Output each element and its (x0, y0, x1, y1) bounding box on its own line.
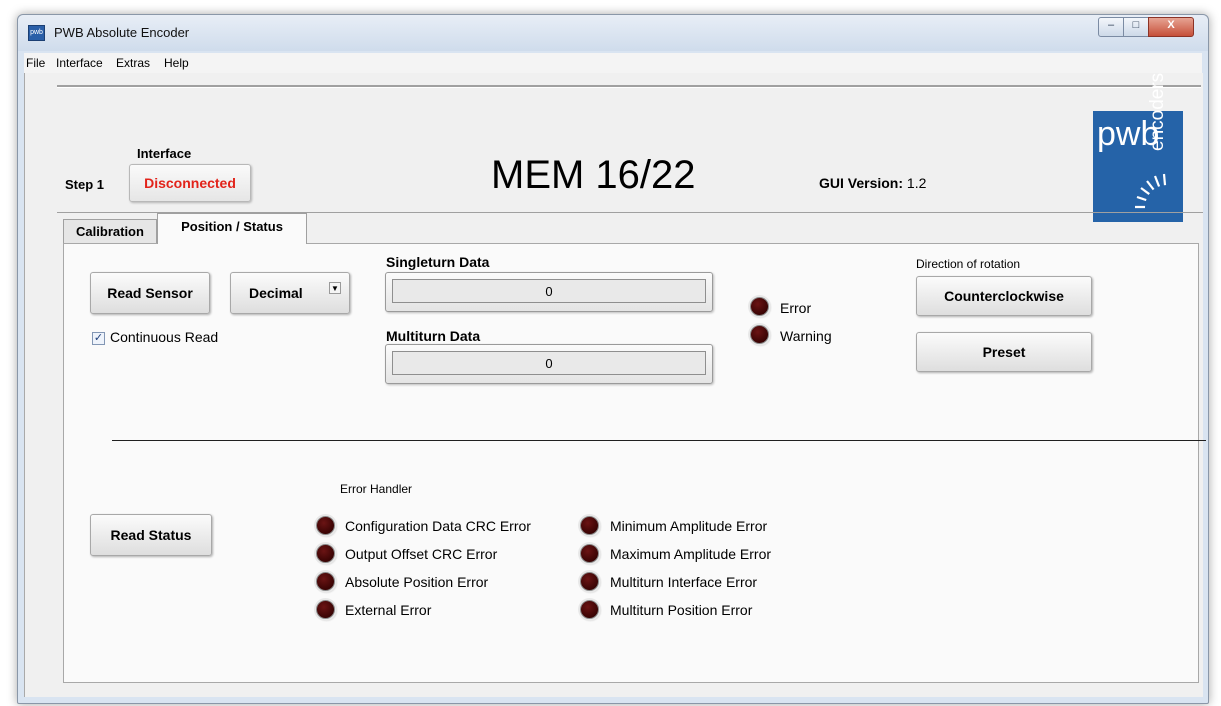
status-led (316, 516, 335, 535)
status-led (316, 600, 335, 619)
position-status-panel: Read Sensor Decimal ▼ ✓ Continuous Read … (63, 243, 1206, 683)
chevron-down-icon: ▼ (329, 282, 341, 294)
menu-extras[interactable]: Extras (116, 56, 150, 70)
warning-led (750, 325, 769, 344)
continuous-read-checkbox[interactable]: ✓ (92, 332, 105, 345)
step-label: Step 1 (65, 177, 105, 192)
gui-version-label: GUI Version: (819, 175, 904, 191)
error-led (750, 297, 769, 316)
header-divider (57, 85, 1201, 88)
error-led-label: Error (780, 300, 812, 316)
window-title: PWB Absolute Encoder (54, 25, 190, 40)
status-led (580, 516, 599, 535)
menu-help[interactable]: Help (164, 56, 189, 70)
status-led (580, 600, 599, 619)
singleturn-field: 0 (385, 272, 713, 312)
status-led-label: Output Offset CRC Error (345, 546, 498, 562)
menu-bar: File Interface Extras Help (24, 53, 1202, 73)
singleturn-label: Singleturn Data (386, 254, 490, 270)
gui-version: GUI Version: 1.2 (819, 175, 926, 191)
app-window: pwb PWB Absolute Encoder – □ X File Inte… (17, 14, 1209, 704)
connection-status-button[interactable]: Disconnected (129, 164, 251, 202)
read-status-button[interactable]: Read Status (90, 514, 212, 556)
singleturn-value: 0 (392, 279, 706, 303)
tab-position-status[interactable]: Position / Status (157, 213, 307, 244)
status-led (580, 544, 599, 563)
gui-version-value: 1.2 (906, 175, 927, 191)
read-sensor-button[interactable]: Read Sensor (90, 272, 210, 314)
multiturn-label: Multiturn Data (386, 328, 481, 344)
close-button[interactable]: X (1148, 17, 1194, 37)
status-led-label: Minimum Amplitude Error (610, 518, 768, 534)
app-icon: pwb (28, 25, 45, 41)
maximize-icon: □ (1132, 19, 1140, 31)
format-select-value: Decimal (249, 285, 303, 301)
direction-label: Direction of rotation (916, 257, 1021, 271)
continuous-read-label: Continuous Read (110, 329, 219, 345)
interface-label: Interface (137, 146, 192, 161)
preset-button[interactable]: Preset (916, 332, 1092, 372)
logo-side-text: encoders (1147, 72, 1168, 151)
minimize-button[interactable]: – (1098, 17, 1124, 37)
warning-led-label: Warning (780, 328, 832, 344)
menu-file[interactable]: File (26, 56, 45, 70)
status-led-label: Configuration Data CRC Error (345, 518, 531, 534)
multiturn-field: 0 (385, 344, 713, 384)
title-bar[interactable]: pwb PWB Absolute Encoder – □ X (18, 15, 1208, 51)
encoder-disc-icon (1135, 173, 1169, 209)
status-led-label: Absolute Position Error (345, 574, 489, 590)
section-divider (112, 440, 1206, 441)
status-led-label: Multiturn Interface Error (610, 574, 758, 590)
minimize-icon: – (1107, 19, 1115, 31)
client-area: Interface Step 1 Disconnected MEM 16/22 … (24, 73, 1206, 697)
status-led-label: Maximum Amplitude Error (610, 546, 772, 562)
maximize-button[interactable]: □ (1123, 17, 1149, 37)
error-handler-label: Error Handler (340, 482, 413, 496)
multiturn-value: 0 (392, 351, 706, 375)
close-icon: X (1167, 19, 1175, 31)
status-led-label: External Error (345, 602, 432, 618)
menu-interface[interactable]: Interface (56, 56, 103, 70)
format-select[interactable]: Decimal ▼ (230, 272, 350, 314)
pwb-logo: pwb encoders (1093, 73, 1183, 222)
tab-calibration[interactable]: Calibration (63, 219, 157, 243)
status-led (580, 572, 599, 591)
model-title: MEM 16/22 (491, 153, 696, 197)
status-led (316, 572, 335, 591)
status-led (316, 544, 335, 563)
status-led-label: Multiturn Position Error (610, 602, 753, 618)
direction-button[interactable]: Counterclockwise (916, 276, 1092, 316)
